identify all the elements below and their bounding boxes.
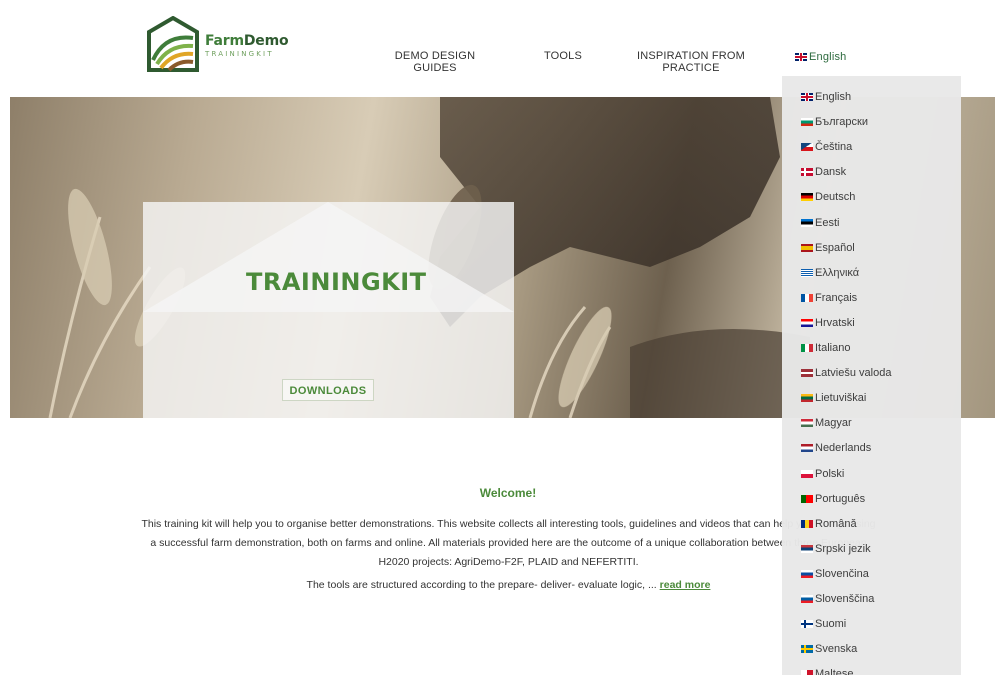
hr-flag-icon <box>801 318 813 327</box>
language-option[interactable]: Eesti <box>801 216 839 230</box>
language-option-label: Latviešu valoda <box>815 367 892 380</box>
language-option-label: Português <box>815 492 866 505</box>
welcome-paragraph: This training kit will help you to organ… <box>141 518 876 568</box>
language-option[interactable]: Nederlands <box>801 441 871 455</box>
language-option[interactable]: Română <box>801 517 857 531</box>
welcome-more-line: The tools are structured according to th… <box>306 579 711 591</box>
downloads-button[interactable]: DOWNLOADS <box>282 379 374 401</box>
language-option[interactable]: Ελληνικά <box>801 266 859 280</box>
language-option[interactable]: Português <box>801 492 865 506</box>
lv-flag-icon <box>801 369 813 378</box>
mt-flag-icon <box>801 670 813 675</box>
language-option-label: English <box>815 91 852 103</box>
language-option[interactable]: Maltese <box>801 667 854 675</box>
hu-flag-icon <box>801 419 813 428</box>
language-option[interactable]: Deutsch <box>801 190 855 204</box>
language-option-label: Svenska <box>815 643 858 656</box>
language-option-label: Čeština <box>815 141 853 154</box>
dk-flag-icon <box>801 168 813 177</box>
it-flag-icon <box>801 344 813 352</box>
language-option-label: Srpski jezik <box>815 542 871 555</box>
rs-flag-icon <box>801 544 813 553</box>
pt-flag-icon <box>801 494 813 503</box>
language-option-label: Deutsch <box>815 191 856 204</box>
logo-title: FarmDemo <box>205 32 289 49</box>
language-option-label: Slovenščina <box>815 593 875 605</box>
language-option[interactable]: Latviešu valoda <box>801 366 891 380</box>
language-option[interactable]: Français <box>801 291 857 305</box>
ee-flag-icon <box>801 218 813 227</box>
language-option-label: Slovenčina <box>815 567 869 580</box>
language-option[interactable]: English <box>801 90 851 104</box>
fi-flag-icon <box>801 620 813 629</box>
nav-demo-design-guides[interactable]: DEMO DESIGN GUIDES <box>394 50 476 74</box>
language-option-label: Български <box>815 116 868 129</box>
language-option-label: Suomi <box>815 618 847 631</box>
sk-flag-icon <box>801 569 813 578</box>
language-option[interactable]: Italiano <box>801 341 850 355</box>
language-option-label: Română <box>815 517 857 530</box>
language-option-label: Eesti <box>815 216 840 229</box>
language-option-label: Polski <box>815 467 845 480</box>
lt-flag-icon <box>801 394 813 403</box>
language-option-label: Maltese <box>815 668 854 675</box>
gb-flag-icon <box>801 93 813 101</box>
language-option[interactable]: Srpski jezik <box>801 542 871 556</box>
cz-flag-icon <box>801 143 813 152</box>
fr-flag-icon <box>801 293 813 302</box>
language-option-label: Hrvatski <box>815 316 855 329</box>
language-option-label: Français <box>815 291 858 304</box>
language-option-label: Magyar <box>815 417 852 430</box>
read-more-link[interactable]: read more <box>660 579 711 591</box>
language-selector[interactable]: English <box>795 51 875 63</box>
ro-flag-icon <box>801 519 813 528</box>
si-flag-icon <box>801 595 813 603</box>
language-option[interactable]: Magyar <box>801 416 852 430</box>
language-option[interactable]: Polski <box>801 467 844 481</box>
es-flag-icon <box>801 243 813 252</box>
bg-flag-icon <box>801 118 813 127</box>
language-option-label: Nederlands <box>815 442 872 455</box>
pl-flag-icon <box>801 469 813 478</box>
language-option[interactable]: Svenska <box>801 642 857 656</box>
hero-title: TRAININGKIT <box>246 268 427 296</box>
gr-flag-icon <box>801 268 813 277</box>
language-option[interactable]: Hrvatski <box>801 316 855 330</box>
language-option[interactable]: Čeština <box>801 140 852 154</box>
language-option-label: Ελληνικά <box>815 266 860 279</box>
language-option-label: Lietuviškai <box>815 392 867 405</box>
nl-flag-icon <box>801 444 813 453</box>
nav-tools[interactable]: TOOLS <box>540 50 586 62</box>
language-option[interactable]: Lietuviškai <box>801 391 866 405</box>
language-option[interactable]: Български <box>801 115 868 129</box>
language-option-label: Español <box>815 241 855 254</box>
language-option[interactable]: Suomi <box>801 617 846 631</box>
uk-flag-icon <box>795 53 807 61</box>
se-flag-icon <box>801 645 813 654</box>
language-option[interactable]: Slovenčina <box>801 567 869 581</box>
nav-inspiration-from-practice[interactable]: INSPIRATION FROM PRACTICE <box>636 50 746 74</box>
language-option[interactable]: Slovenščina <box>801 592 874 606</box>
language-option-label: Italiano <box>815 342 851 354</box>
language-option[interactable]: Español <box>801 241 855 255</box>
de-flag-icon <box>801 193 813 202</box>
language-option-label: Dansk <box>815 166 847 179</box>
language-option[interactable]: Dansk <box>801 165 846 179</box>
language-dropdown: English Български Čeština Dansk Deutsch Eesti… <box>782 76 961 675</box>
